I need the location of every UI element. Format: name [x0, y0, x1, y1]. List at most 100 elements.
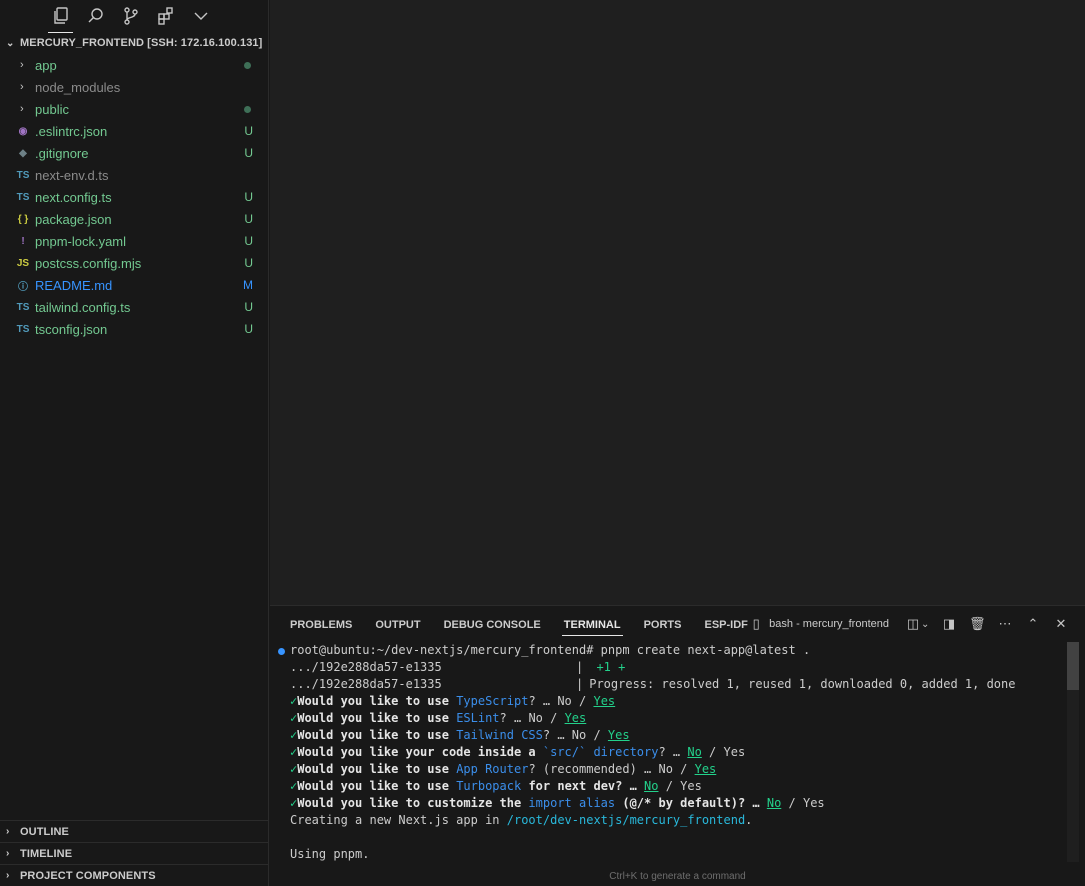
timeline-label: TIMELINE	[20, 847, 73, 860]
chevron-right-icon[interactable]: ›	[20, 81, 34, 93]
creating-path: /root/dev-nextjs/mercury_frontend	[506, 813, 746, 827]
tree-file-6[interactable]: TS next.config.ts U	[0, 186, 268, 208]
outline-section-header[interactable]: › OUTLINE	[0, 820, 268, 842]
tab-terminal[interactable]: TERMINAL	[561, 606, 633, 642]
tree-folder-1[interactable]: › node_modules	[0, 76, 268, 98]
git-change-dot-icon	[244, 61, 251, 69]
explorer-view-button[interactable]	[48, 2, 73, 33]
tree-item-label: node_modules	[35, 79, 121, 95]
file-type-icon: TS	[16, 191, 30, 203]
terminal-prompt: root@ubuntu:~/dev-nextjs/mercury_fronten…	[290, 643, 594, 657]
terminal-line: ✓Would you like to use Tailwind CSS? … N…	[290, 727, 630, 744]
terminal-output[interactable]: root@ubuntu:~/dev-nextjs/mercury_fronten…	[270, 642, 1085, 886]
tab-problems[interactable]: PROBLEMS	[290, 606, 364, 642]
progress-path: .../192e288da57-e1335	[290, 660, 442, 674]
terminal-name-label: bash - mercury_frontend	[769, 618, 889, 630]
more-actions-icon[interactable]: ⋯	[997, 616, 1013, 632]
tree-item-label: .gitignore	[35, 145, 89, 161]
explorer-section-header[interactable]: ⌄ MERCURY_FRONTEND [SSH: 172.16.100.131]	[0, 32, 268, 54]
tree-file-7[interactable]: { } package.json U	[0, 208, 268, 230]
question-options: ? … No /	[528, 694, 594, 708]
terminal-line: root@ubuntu:~/dev-nextjs/mercury_fronten…	[290, 642, 810, 659]
command-decoration-icon[interactable]	[278, 648, 285, 655]
terminal-scrollbar[interactable]	[1067, 642, 1079, 690]
extensions-view-button[interactable]	[153, 2, 178, 30]
chevron-right-icon[interactable]: ›	[20, 59, 34, 71]
more-views-button[interactable]	[188, 2, 213, 30]
question-options-tail: / Yes	[658, 779, 702, 793]
file-type-icon: !	[21, 235, 25, 247]
question-answer: No	[644, 779, 659, 793]
terminal-selector[interactable]: ▯ bash - mercury_frontend	[748, 616, 889, 632]
git-status-badge: U	[244, 234, 253, 248]
search-view-button[interactable]	[83, 2, 108, 30]
file-type-icon: ◉	[18, 125, 28, 137]
close-panel-icon[interactable]: ✕	[1053, 616, 1069, 632]
chevron-right-icon: ›	[6, 870, 10, 881]
sidebar-bottom-sections: › OUTLINE › TIMELINE › PROJECT COMPONENT…	[0, 820, 268, 886]
tree-file-10[interactable]: ⓘ README.md M	[0, 274, 268, 296]
bottom-panel: PROBLEMS OUTPUT DEBUG CONSOLE TERMINAL P…	[270, 605, 1085, 886]
file-type-icon: TS	[16, 169, 30, 181]
tree-file-12[interactable]: TS tsconfig.json U	[0, 318, 268, 340]
question-text: Would you like to use	[297, 779, 457, 793]
tree-folder-2[interactable]: › public	[0, 98, 268, 120]
tab-debug-console[interactable]: DEBUG CONSOLE	[444, 606, 553, 642]
terminal-line: ✓Would you like your code inside a `src/…	[290, 744, 745, 761]
terminal-line: ✓Would you like to use Turbopack for nex…	[290, 778, 702, 795]
tree-item-label: postcss.config.mjs	[35, 255, 142, 271]
layout-split-icon[interactable]: ◨	[941, 616, 957, 632]
panel-actions: ▯ bash - mercury_frontend ◫ ⌄ ◨ 🗑 ⋯ ⌃ ✕	[748, 606, 1069, 642]
tab-output[interactable]: OUTPUT	[375, 606, 432, 642]
file-type-icon: ◆	[19, 147, 27, 159]
chevron-right-icon: ›	[6, 848, 10, 859]
outline-label: OUTLINE	[20, 825, 69, 838]
tree-item-label: tailwind.config.ts	[35, 299, 131, 315]
question-answer: No	[687, 745, 702, 759]
tree-file-5[interactable]: TS next-env.d.ts	[0, 164, 268, 186]
chevron-right-icon[interactable]: ›	[20, 103, 34, 115]
question-options: ? (recommended) … No /	[528, 762, 695, 776]
sidebar-toolbar	[0, 0, 268, 33]
git-status-badge: U	[244, 190, 253, 204]
source-control-view-button[interactable]	[118, 2, 143, 30]
question-answer: Yes	[694, 762, 717, 776]
timeline-section-header[interactable]: › TIMELINE	[0, 842, 268, 864]
tree-item-label: .eslintrc.json	[35, 123, 108, 139]
file-type-icon: TS	[16, 323, 30, 335]
tree-file-11[interactable]: TS tailwind.config.ts U	[0, 296, 268, 318]
question-options: (@/* by default)? …	[615, 796, 767, 810]
tree-file-9[interactable]: JS postcss.config.mjs U	[0, 252, 268, 274]
tree-file-3[interactable]: ◉ .eslintrc.json U	[0, 120, 268, 142]
tab-ports[interactable]: PORTS	[644, 606, 694, 642]
question-text: Would you like to use	[297, 694, 457, 708]
tree-item-label: public	[35, 101, 69, 117]
progress-path: .../192e288da57-e1335	[290, 677, 442, 691]
tree-file-8[interactable]: ! pnpm-lock.yaml U	[0, 230, 268, 252]
generate-command-hint: Ctrl+K to generate a command	[609, 871, 746, 882]
tree-file-4[interactable]: ◆ .gitignore U	[0, 142, 268, 164]
editor-area[interactable]	[270, 0, 1085, 605]
search-icon	[88, 8, 103, 23]
chevron-down-icon[interactable]: ⌄	[921, 619, 929, 630]
project-components-section-header[interactable]: › PROJECT COMPONENTS	[0, 864, 268, 886]
terminal-line: ✓Would you like to use TypeScript? … No …	[290, 693, 615, 710]
split-terminal-icon[interactable]: ◫	[905, 616, 921, 632]
git-status-badge: U	[244, 322, 253, 336]
question-answer: Yes	[564, 711, 587, 725]
file-type-icon: TS	[16, 301, 30, 313]
chevron-down-icon	[194, 12, 207, 20]
git-change-dot-icon	[244, 105, 251, 113]
question-options: for next dev? …	[521, 779, 645, 793]
git-status-badge: U	[244, 256, 253, 270]
project-components-label: PROJECT COMPONENTS	[20, 869, 156, 882]
terminal-line: Creating a new Next.js app in /root/dev-…	[290, 812, 752, 829]
using-pnpm-text: Using pnpm.	[290, 847, 370, 861]
tree-folder-0[interactable]: › app	[0, 54, 268, 76]
terminal-line: ✓Would you like to use App Router? (reco…	[290, 761, 716, 778]
tree-item-label: tsconfig.json	[35, 321, 108, 337]
maximize-panel-icon[interactable]: ⌃	[1025, 616, 1041, 632]
question-options-tail: / Yes	[781, 796, 825, 810]
trash-icon[interactable]: 🗑	[969, 616, 986, 632]
git-status-badge: U	[244, 212, 253, 226]
